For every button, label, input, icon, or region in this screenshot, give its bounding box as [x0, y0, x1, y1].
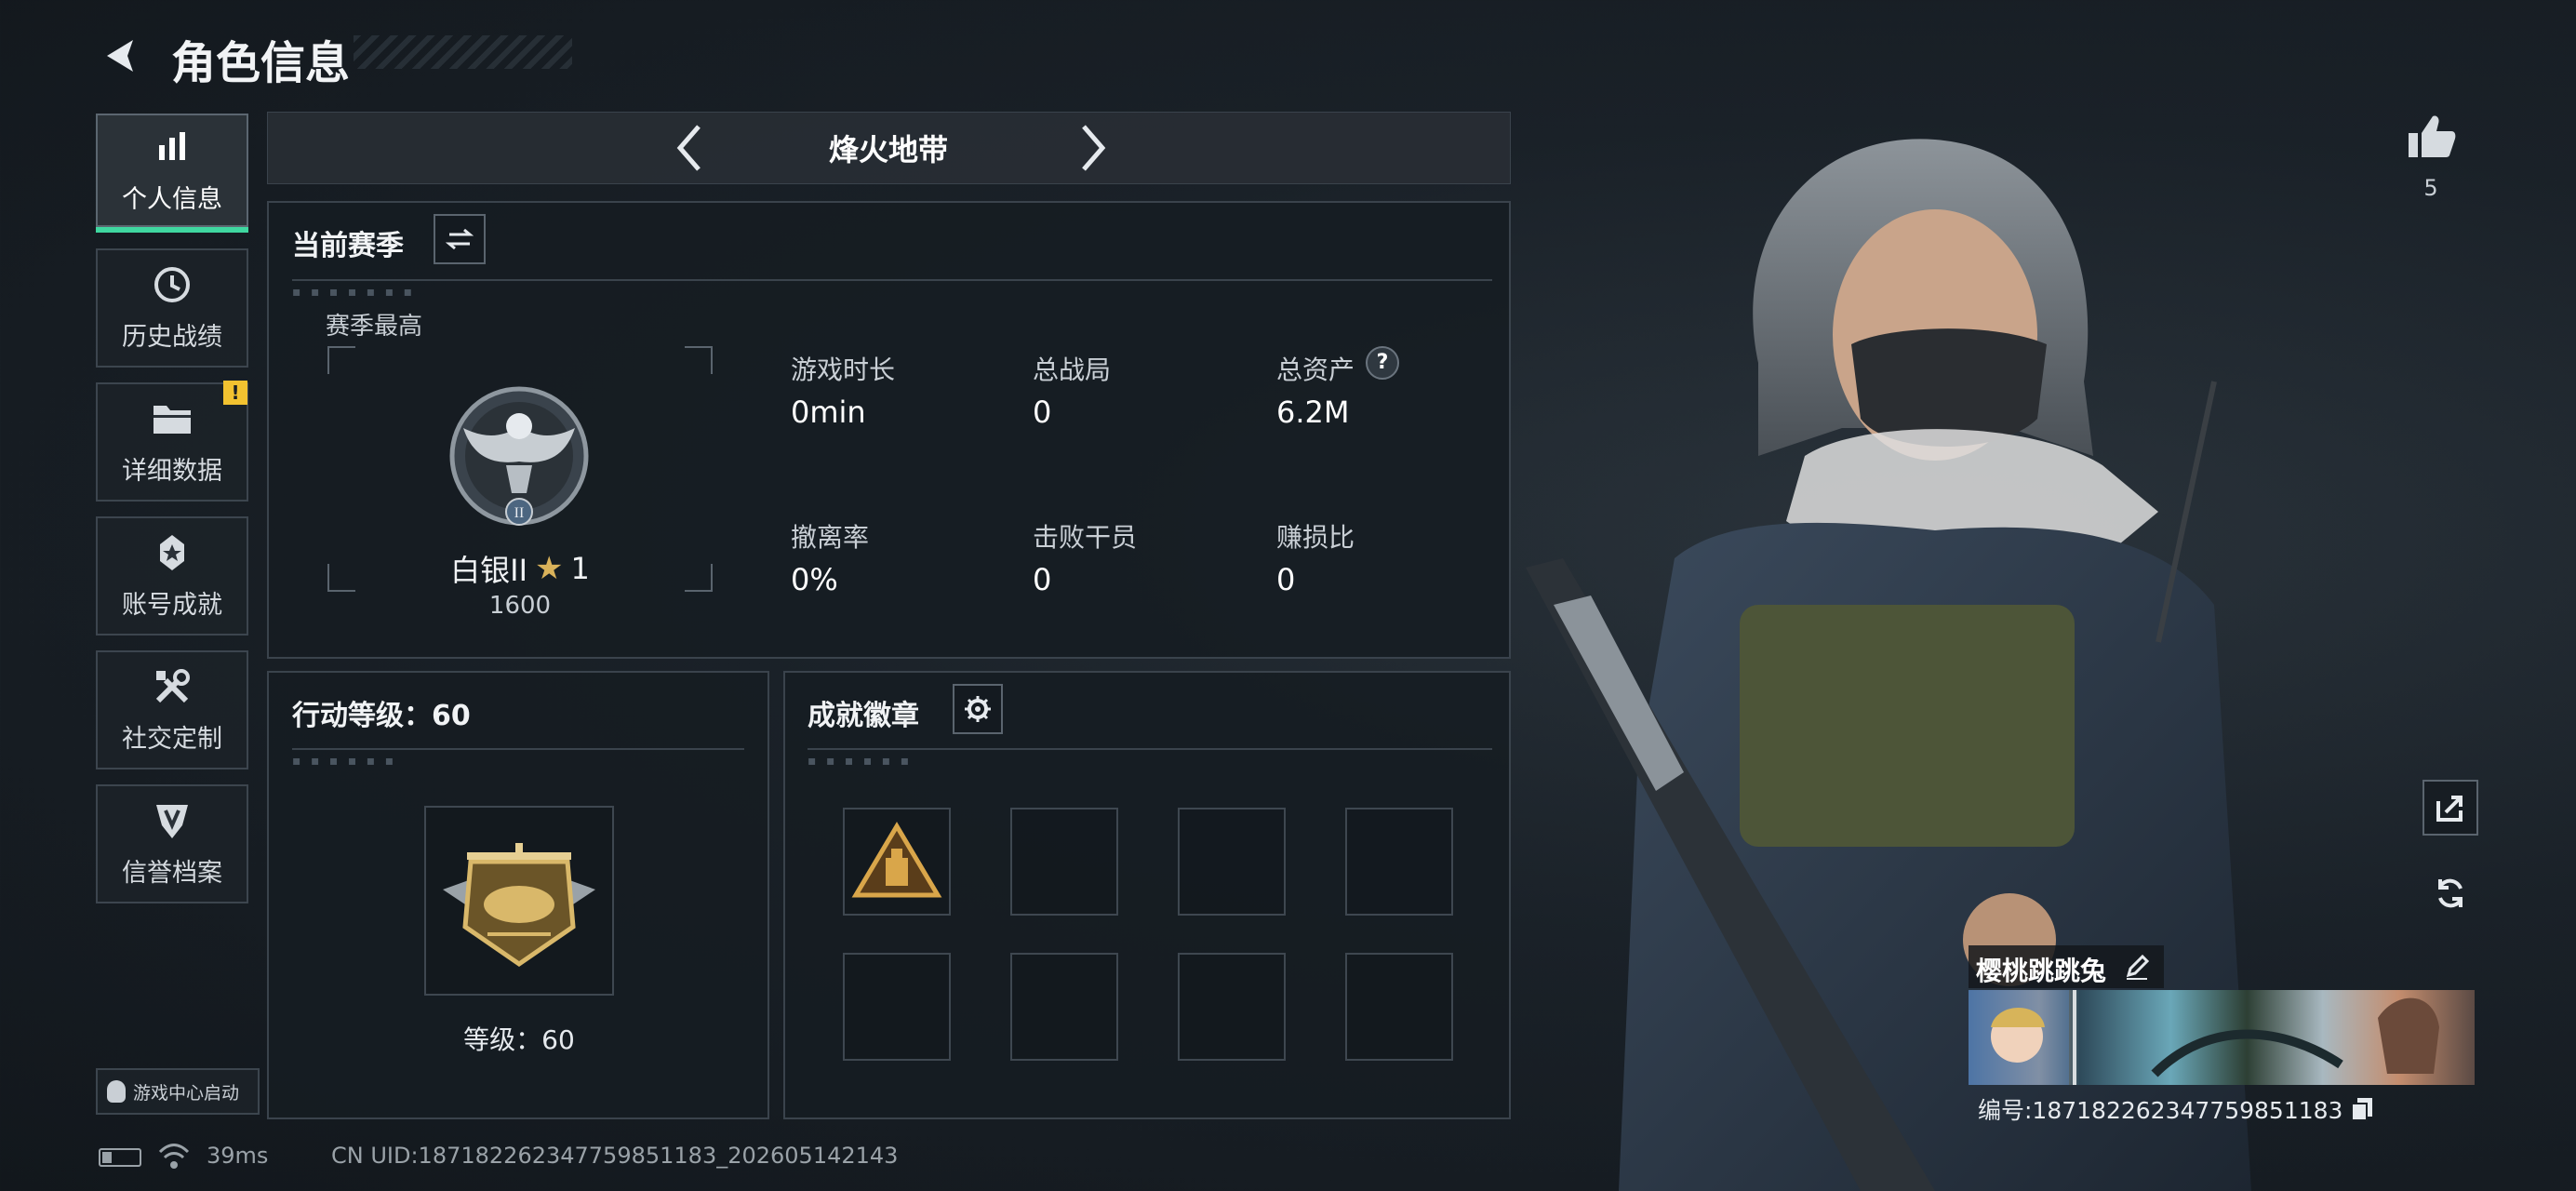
- medal-icon: [152, 532, 193, 573]
- chevron-left-icon: [676, 125, 701, 171]
- pencil-icon: [2126, 954, 2150, 980]
- battery-icon: [99, 1148, 141, 1167]
- share-button[interactable]: [2423, 780, 2478, 836]
- game-center-launch-button[interactable]: 游戏中心启动: [96, 1068, 260, 1115]
- achievements-dots: ▪ ▪ ▪ ▪ ▪ ▪: [808, 754, 913, 769]
- bar-chart-icon: [152, 127, 193, 167]
- chevron-right-icon: [1082, 125, 1106, 171]
- refresh-button[interactable]: [2423, 865, 2478, 921]
- nav-label: 社交定制: [122, 724, 222, 754]
- action-level-dots: ▪ ▪ ▪ ▪ ▪ ▪: [292, 754, 397, 769]
- stat-total-matches-label: 总战局: [1033, 355, 1112, 385]
- stat-profit-ratio-label: 赚损比: [1276, 522, 1355, 553]
- level-text: 等级：60: [463, 1024, 575, 1055]
- page-title: 角色信息: [171, 37, 351, 89]
- profile-id: 编号:1871822623477598511​83: [1978, 1097, 2343, 1124]
- stat-playtime-value: 0min: [791, 395, 866, 430]
- profile-banner[interactable]: [1969, 990, 2475, 1085]
- nav-credit-profile[interactable]: 信誉档案: [96, 784, 248, 903]
- badge-slot[interactable]: [1345, 953, 1453, 1061]
- stat-playtime-label: 游戏时长: [791, 355, 896, 385]
- banner-artwork: [1969, 990, 2439, 1085]
- badge-slot[interactable]: [1178, 953, 1286, 1061]
- profile-id-row: 编号:1871822623477598511​83: [1978, 1092, 2374, 1126]
- rank-emblem-icon: II: [445, 372, 594, 540]
- profile-name: 樱桃跳跳兔: [1976, 956, 2107, 986]
- stat-extraction-rate-value: 0%: [791, 562, 838, 597]
- nav-label: 信誉档案: [122, 858, 222, 888]
- stat-kills-value: 0: [1033, 562, 1052, 597]
- nav-account-achievements[interactable]: 账号成就: [96, 516, 248, 636]
- season-divider: [292, 279, 1492, 281]
- refresh-icon: [2438, 878, 2463, 908]
- badge-slot[interactable]: [843, 808, 951, 916]
- help-button[interactable]: ?: [1366, 346, 1399, 380]
- badge-slot[interactable]: [1010, 953, 1118, 1061]
- launch-label: 游戏中心启动: [133, 1082, 240, 1104]
- badge-slot[interactable]: [1178, 808, 1286, 916]
- rank-name-row: 白银II ★ 1: [327, 547, 713, 590]
- back-arrow-icon: [107, 40, 133, 72]
- achievements-title: 成就徽章: [808, 700, 919, 732]
- pyramid-badge-icon: [851, 822, 942, 898]
- achievements-settings-button[interactable]: [953, 684, 1003, 734]
- copy-icon: [2351, 1098, 2373, 1121]
- wifi-icon: [158, 1143, 190, 1171]
- action-level-title: 行动等级：60: [292, 700, 471, 732]
- season-title: 当前赛季: [292, 230, 404, 262]
- nav-match-history[interactable]: 历史战绩: [96, 248, 248, 368]
- nav-label: 个人信息: [122, 184, 222, 214]
- question-icon: ?: [1376, 351, 1389, 374]
- ping: 39ms: [207, 1143, 269, 1169]
- stat-extraction-rate-label: 撤离率: [791, 522, 870, 553]
- switch-season-button[interactable]: [434, 214, 486, 264]
- rank-points: 1600: [488, 592, 552, 620]
- nav-label: 历史战绩: [122, 322, 222, 352]
- rank-name: 白银II: [450, 553, 528, 588]
- mode-title: 烽火地带: [828, 132, 948, 167]
- rank-numeral: II: [514, 505, 525, 521]
- back-button[interactable]: [93, 28, 149, 84]
- stat-kills-label: 击败干员: [1033, 522, 1138, 553]
- header-decoration: [354, 35, 572, 69]
- stat-profit-ratio-value: 0: [1276, 562, 1296, 597]
- star-icon: ★: [535, 550, 564, 587]
- season-best-label: 赛季最高: [326, 313, 423, 341]
- folder-icon: [152, 398, 193, 439]
- penguin-icon: [107, 1080, 126, 1103]
- thumbs-up-icon: [2409, 115, 2456, 157]
- mode-prev-button[interactable]: [661, 117, 716, 179]
- copy-button[interactable]: [2350, 1096, 2374, 1122]
- stat-total-matches-value: 0: [1033, 395, 1052, 430]
- season-divider-dots: ▪ ▪ ▪ ▪ ▪ ▪ ▪: [292, 285, 416, 300]
- nav-personal-info[interactable]: 个人信息: [96, 114, 248, 227]
- nav-social-customization[interactable]: 社交定制: [96, 650, 248, 769]
- badge-slot[interactable]: [1345, 808, 1453, 916]
- nav-active-indicator: [96, 227, 248, 233]
- swap-icon: [446, 228, 474, 250]
- badge-slot[interactable]: [843, 953, 951, 1061]
- achievements-divider: [808, 748, 1492, 750]
- nav-label: 账号成就: [122, 590, 222, 620]
- history-icon: [152, 264, 193, 305]
- mode-next-button[interactable]: [1066, 117, 1122, 179]
- action-level-divider: [292, 748, 744, 750]
- like-count: 5: [2423, 175, 2438, 201]
- share-icon: [2436, 796, 2463, 822]
- like-button[interactable]: [2398, 104, 2463, 169]
- stat-total-assets-label: 总资产: [1276, 355, 1355, 385]
- uid-text: CN UID:1871822623477598511​83_2026051421…: [331, 1143, 899, 1169]
- gear-icon: [965, 696, 991, 722]
- helicopter-emblem-icon: [434, 824, 605, 983]
- edit-name-button[interactable]: [2123, 953, 2151, 981]
- rank-stars: 1: [570, 551, 590, 586]
- tools-icon: [152, 666, 193, 707]
- stat-total-assets-value: 6.2M: [1276, 395, 1350, 430]
- shield-icon: [152, 800, 193, 841]
- badge-slot[interactable]: [1010, 808, 1118, 916]
- nav-label: 详细数据: [122, 456, 222, 486]
- alert-badge: !: [223, 381, 247, 405]
